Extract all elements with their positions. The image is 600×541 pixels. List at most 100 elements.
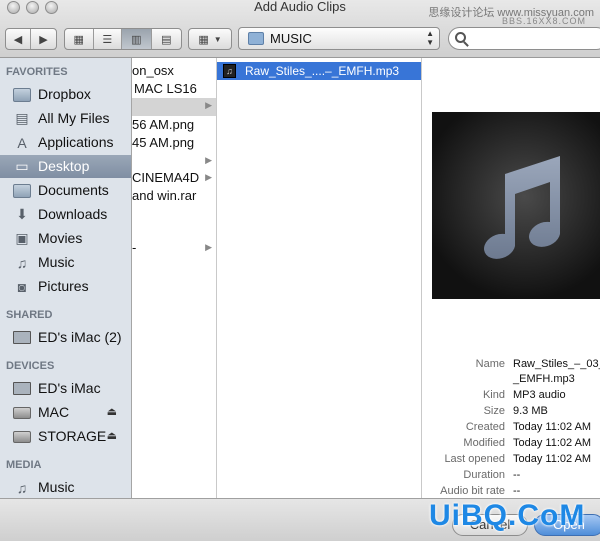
info-key: Last opened <box>444 453 505 465</box>
list-item-label: 56 AM.png <box>132 117 195 132</box>
back-arrow-icon: ◀ <box>13 33 23 46</box>
list-item[interactable]: CINEMA4D ▶ <box>132 170 216 188</box>
music-note-icon <box>484 156 560 259</box>
sidebar-item-label: MAC <box>38 404 70 420</box>
back-button[interactable]: ◀ <box>6 29 32 49</box>
info-key: Duration <box>463 469 505 481</box>
window-chrome: Add Audio Clips 思缘设计论坛 www.missyuan.com … <box>0 0 600 58</box>
forward-button[interactable]: ▶ <box>31 29 56 49</box>
disclosure-arrow-icon: ▶ <box>205 155 212 165</box>
sidebar-item-eds-imac[interactable]: ED's iMac <box>0 377 131 400</box>
disclosure-arrow-icon: ▶ <box>205 242 212 252</box>
coverflow-view-button[interactable]: ▤ <box>152 29 181 49</box>
imac-icon <box>12 380 32 397</box>
sidebar-item-label: ED's iMac (2) <box>38 329 122 345</box>
eject-icon[interactable]: ⏏ <box>107 429 117 442</box>
list-item-label: - <box>132 240 137 255</box>
coverflow-view-icon: ▤ <box>161 33 172 46</box>
sidebar-item-dropbox[interactable]: Dropbox <box>0 83 131 106</box>
selected-file-row[interactable]: ♫ Raw_Stiles_....–_EMFH.mp3 <box>217 62 421 80</box>
selected-file-name: Raw_Stiles_....–_EMFH.mp3 <box>245 64 400 78</box>
sidebar-item-pictures[interactable]: ◙ Pictures <box>0 275 131 298</box>
applications-icon: A <box>17 134 27 151</box>
disclosure-arrow-icon: ▶ <box>205 172 212 182</box>
search-icon <box>455 32 466 43</box>
column-view-button[interactable]: ▥ <box>122 29 152 49</box>
list-item[interactable]: 45 AM.png <box>132 135 216 153</box>
list-item[interactable]: ▶ <box>132 153 216 171</box>
downloads-icon: ⬇ <box>16 206 28 222</box>
list-item[interactable]: - ▶ <box>132 240 216 258</box>
sidebar-item-downloads[interactable]: ⬇ Downloads <box>0 203 131 226</box>
folder-icon <box>12 86 32 103</box>
sidebar-item-movies[interactable]: ▣ Movies <box>0 227 131 250</box>
list-item-label: CINEMA4D <box>132 170 200 185</box>
sidebar-header-media: MEDIA <box>6 459 42 471</box>
sidebar: FAVORITES Dropbox ▤ All My Files A Appli… <box>0 58 132 498</box>
drive-icon <box>12 404 32 421</box>
sidebar-item-label: Desktop <box>38 158 90 174</box>
info-value: _EMFH.mp3 <box>513 373 575 385</box>
list-item[interactable]: on_osx <box>132 63 216 81</box>
info-row-kind: Kind MP3 audio <box>422 389 600 405</box>
sidebar-item-music[interactable]: ♫ Music <box>0 251 131 274</box>
list-item[interactable]: MAC LS16 <box>132 81 216 99</box>
sidebar-item-label: Pictures <box>38 278 89 294</box>
chevron-down-icon: ▼ <box>213 34 222 44</box>
list-item[interactable]: 56 AM.png <box>132 117 216 135</box>
eject-icon[interactable]: ⏏ <box>107 405 117 418</box>
sidebar-item-desktop[interactable]: ▭ Desktop <box>0 155 131 178</box>
info-value: -- <box>513 469 521 481</box>
info-row-modified: Modified Today 11:02 AM <box>422 437 600 453</box>
location-popup[interactable]: MUSIC ▲ ▼ <box>238 27 440 50</box>
info-key: Name <box>475 358 505 370</box>
sidebar-item-label: Dropbox <box>38 86 91 102</box>
sidebar-item-label: Movies <box>38 230 83 246</box>
info-row-name: Name Raw_Stiles_–_03_ <box>422 358 600 374</box>
browser-column-1: on_osx MAC LS16 ▶ 56 AM.png 45 AM.png ▶ … <box>132 58 217 498</box>
sidebar-header-devices: DEVICES <box>6 360 55 372</box>
column-view-icon: ▥ <box>131 33 142 46</box>
documents-icon <box>12 182 32 199</box>
title-bar: Add Audio Clips 思缘设计论坛 www.missyuan.com … <box>0 0 600 26</box>
list-item[interactable]: and win.rar <box>132 188 216 206</box>
drive-icon <box>12 428 32 445</box>
info-value: Today 11:02 AM <box>513 421 592 433</box>
view-mode-buttons: ▦ ☰ ▥ ▤ <box>64 28 182 50</box>
list-item-label: 45 AM.png <box>132 135 195 150</box>
arrange-menu-button[interactable]: ▦ ▼ <box>188 28 232 50</box>
sidebar-item-label: ED's iMac <box>38 380 101 396</box>
all-files-icon: ▤ <box>15 110 29 126</box>
list-view-button[interactable]: ☰ <box>94 29 123 49</box>
sidebar-item-eds-imac-2[interactable]: ED's iMac (2) <box>0 326 131 349</box>
sidebar-item-label: All My Files <box>38 110 110 126</box>
info-row-duration: Duration -- <box>422 469 600 485</box>
sidebar-item-label: STORAGE <box>38 428 107 444</box>
pictures-icon: ◙ <box>17 278 27 295</box>
sidebar-item-applications[interactable]: A Applications <box>0 131 131 154</box>
sidebar-item-all-my-files[interactable]: ▤ All My Files <box>0 107 131 130</box>
mp3-file-icon: ♫ <box>223 64 236 78</box>
location-label: MUSIC <box>270 31 312 46</box>
icon-view-button[interactable]: ▦ <box>65 29 94 49</box>
sidebar-item-media-music[interactable]: ♫ Music <box>0 476 131 499</box>
arrange-grid-icon: ▦ <box>198 33 209 46</box>
list-item[interactable]: ▶ <box>132 98 216 116</box>
popup-arrows-icon: ▲ ▼ <box>426 29 434 47</box>
sidebar-item-documents[interactable]: Documents <box>0 179 131 202</box>
album-art <box>432 112 600 299</box>
sidebar-header-favorites: FAVORITES <box>6 66 68 78</box>
info-value: -- <box>513 485 521 497</box>
desktop-icon: ▭ <box>15 158 29 174</box>
sidebar-item-mac[interactable]: MAC ⏏ <box>0 401 131 424</box>
info-key: Modified <box>463 437 505 449</box>
search-input[interactable] <box>448 27 600 50</box>
preview-pane: Name Raw_Stiles_–_03_ _EMFH.mp3 Kind MP3 a… <box>422 58 600 498</box>
sidebar-item-storage[interactable]: STORAGE ⏏ <box>0 425 131 448</box>
list-item[interactable] <box>132 206 216 224</box>
info-row-created: Created Today 11:02 AM <box>422 421 600 437</box>
imac-icon <box>12 329 32 346</box>
info-key: Audio bit rate <box>440 485 505 497</box>
music-icon: ♫ <box>16 254 28 271</box>
list-view-icon: ☰ <box>102 33 113 46</box>
